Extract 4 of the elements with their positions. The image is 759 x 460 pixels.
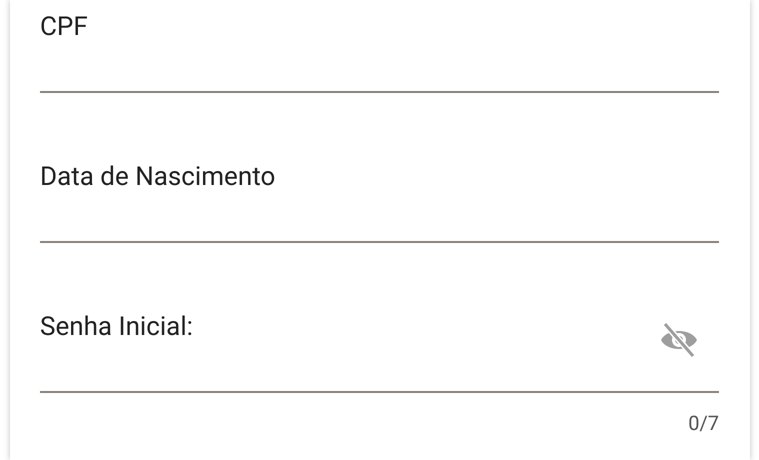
visibility-toggle-button[interactable] [659,322,699,358]
input-field[interactable]: CPF [40,0,719,93]
input-field[interactable]: Data de Nascimento [40,150,719,243]
character-counter: 0/7 [688,411,719,435]
